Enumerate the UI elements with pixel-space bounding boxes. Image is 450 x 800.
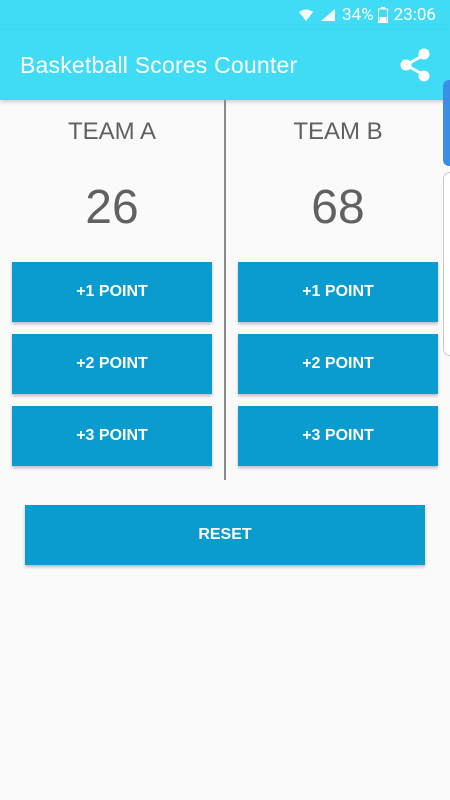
battery-icon: [377, 7, 388, 23]
column-divider: [224, 100, 226, 480]
wifi-icon: [298, 8, 314, 22]
team-b-plus1-button[interactable]: +1 POINT: [238, 262, 438, 322]
team-a-name: TEAM A: [67, 118, 157, 145]
app-bar: Basketball Scores Counter: [0, 30, 450, 100]
reset-button[interactable]: RESET: [25, 505, 425, 565]
team-a-plus2-button[interactable]: +2 POINT: [12, 334, 212, 394]
team-b-column: TEAM B 68 +1 POINT +2 POINT +3 POINT: [238, 100, 438, 466]
status-time: 23:06: [393, 5, 436, 25]
team-b-plus2-button[interactable]: +2 POINT: [238, 334, 438, 394]
team-a-column: TEAM A 26 +1 POINT +2 POINT +3 POINT: [12, 100, 212, 466]
battery-percent: 34%: [342, 5, 374, 25]
team-b-score: 68: [311, 181, 365, 234]
team-a-plus3-button[interactable]: +3 POINT: [12, 406, 212, 466]
share-icon: [400, 48, 430, 82]
app-title: Basketball Scores Counter: [20, 51, 298, 78]
team-a-plus1-button[interactable]: +1 POINT: [12, 262, 212, 322]
signal-icon: [320, 8, 336, 22]
team-b-plus3-button[interactable]: +3 POINT: [238, 406, 438, 466]
status-bar: 34% 23:06: [0, 0, 450, 30]
score-columns: TEAM A 26 +1 POINT +2 POINT +3 POINT TEA…: [0, 100, 450, 480]
team-a-score: 26: [85, 181, 139, 234]
share-button[interactable]: [398, 47, 432, 83]
team-b-name: TEAM B: [293, 118, 383, 145]
